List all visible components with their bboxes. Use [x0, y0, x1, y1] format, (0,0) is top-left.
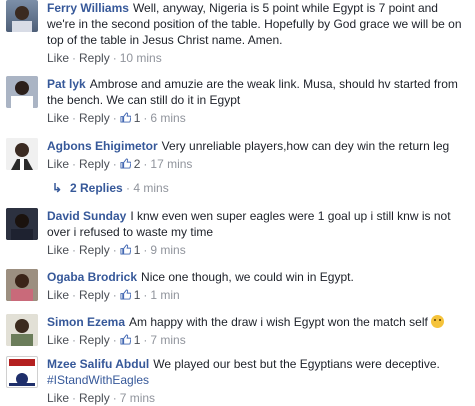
comment-text: We played our best but the Egyptians wer…: [153, 357, 440, 371]
like-link[interactable]: Like: [47, 111, 69, 125]
avatar[interactable]: [6, 208, 38, 240]
like-link[interactable]: Like: [47, 243, 69, 257]
like-link[interactable]: Like: [47, 157, 69, 171]
comment-timestamp[interactable]: 7 mins: [120, 391, 155, 405]
comment-timestamp[interactable]: 7 mins: [150, 333, 185, 347]
comment-text: Ambrose and amuzie are the weak link. Mu…: [47, 77, 458, 107]
like-link[interactable]: Like: [47, 288, 69, 302]
reply-link[interactable]: Reply: [79, 333, 110, 347]
comment-author[interactable]: Agbons Ehigimetor: [47, 139, 158, 153]
comment-author[interactable]: Ferry Williams: [47, 1, 129, 15]
like-count[interactable]: 2: [120, 157, 140, 171]
comment-author[interactable]: Simon Ezema: [47, 315, 125, 329]
thumbs-up-icon: [120, 334, 131, 345]
view-replies-link[interactable]: ↳ 2 Replies · 4 mins: [52, 181, 169, 195]
comment-author[interactable]: Ogaba Brodrick: [47, 270, 137, 284]
emoji-icon: [431, 315, 445, 328]
reply-arrow-icon: ↳: [52, 181, 63, 195]
comment-author[interactable]: Mzee Salifu Abdul: [47, 357, 149, 371]
comment-timestamp[interactable]: 9 mins: [150, 243, 185, 257]
avatar[interactable]: [6, 314, 38, 346]
like-link[interactable]: Like: [47, 51, 69, 65]
comment-text: Am happy with the draw i wish Egypt won …: [129, 315, 428, 329]
like-count[interactable]: 1: [120, 111, 140, 125]
thumbs-up-icon: [120, 112, 131, 123]
avatar[interactable]: [6, 76, 38, 108]
comment-timestamp[interactable]: 1 min: [150, 288, 179, 302]
like-link[interactable]: Like: [47, 333, 69, 347]
reply-link[interactable]: Reply: [79, 391, 110, 405]
hashtag-link[interactable]: #IStandWithEagles: [47, 373, 149, 387]
thumbs-up-icon: [120, 244, 131, 255]
like-count[interactable]: 1: [120, 243, 140, 257]
reply-link[interactable]: Reply: [79, 243, 110, 257]
thumbs-up-icon: [120, 289, 131, 300]
comment-timestamp[interactable]: 10 mins: [120, 51, 162, 65]
like-count[interactable]: 1: [120, 333, 140, 347]
reply-link[interactable]: Reply: [79, 51, 110, 65]
comment-timestamp[interactable]: 6 mins: [150, 111, 185, 125]
reply-link[interactable]: Reply: [79, 157, 110, 171]
like-count[interactable]: 1: [120, 288, 140, 302]
avatar[interactable]: [6, 356, 38, 388]
thumbs-up-icon: [120, 158, 131, 169]
like-link[interactable]: Like: [47, 391, 69, 405]
reply-link[interactable]: Reply: [79, 111, 110, 125]
comment-text: Nice one though, we could win in Egypt.: [141, 270, 354, 284]
avatar[interactable]: [6, 269, 38, 301]
comment-text: Very unreliable players,how can dey win …: [161, 139, 450, 153]
comment-timestamp[interactable]: 17 mins: [150, 157, 192, 171]
avatar[interactable]: [6, 138, 38, 170]
reply-link[interactable]: Reply: [79, 288, 110, 302]
avatar[interactable]: [6, 0, 38, 32]
comment-author[interactable]: Pat lyk: [47, 77, 86, 91]
comment-author[interactable]: David Sunday: [47, 209, 126, 223]
